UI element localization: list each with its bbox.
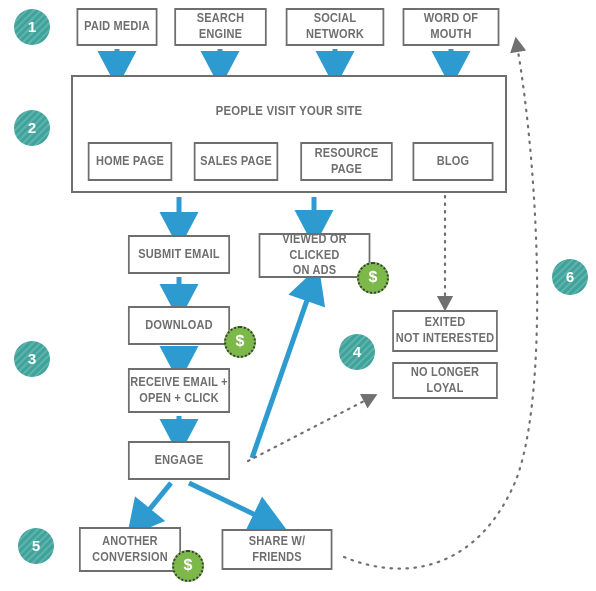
box-exited-not-interested[interactable]: EXITED NOT INTERESTED [392, 310, 498, 352]
money-badge-viewed-ads: $ [357, 262, 389, 294]
money-badge-download: $ [224, 326, 256, 358]
step-badge-6: 6 [552, 259, 588, 295]
box-share-with-friends[interactable]: SHARE W/ FRIENDS [221, 529, 333, 570]
box-viewed-or-clicked-on-ads[interactable]: VIEWED OR CLICKED ON ADS [258, 232, 371, 278]
box-another-conversion[interactable]: ANOTHER CONVERSION [78, 527, 182, 572]
box-home-page[interactable]: HOME PAGE [87, 142, 173, 181]
box-engage[interactable]: ENGAGE [127, 441, 231, 480]
flowchart-canvas: PEOPLE VISIT YOUR SITE PAID MEDIA SEARCH… [0, 0, 596, 591]
step-badge-4: 4 [339, 334, 375, 370]
dotted-path-engage-to-no-longer-loyal [246, 393, 378, 463]
money-badge-another-conversion: $ [172, 550, 204, 582]
box-word-of-mouth[interactable]: WORD OF MOUTH [402, 8, 500, 46]
box-receive-email-open-click[interactable]: RECEIVE EMAIL + OPEN + CLICK [127, 368, 231, 413]
box-blog[interactable]: BLOG [412, 142, 494, 181]
box-no-longer-loyal[interactable]: NO LONGER LOYAL [392, 362, 498, 399]
step-badge-1: 1 [14, 9, 50, 45]
box-sales-page[interactable]: SALES PAGE [193, 142, 279, 181]
arrow-engage-to-another-conversion [126, 481, 173, 538]
box-submit-email[interactable]: SUBMIT EMAIL [127, 235, 231, 274]
box-download[interactable]: DOWNLOAD [127, 306, 231, 345]
arrow-engage-to-viewed-ads [249, 266, 326, 459]
box-paid-media[interactable]: PAID MEDIA [76, 8, 158, 46]
box-resource-page[interactable]: RESOURCE PAGE [300, 142, 393, 181]
step-badge-3: 3 [14, 341, 50, 377]
arrow-engage-to-share-with-friends [187, 480, 287, 532]
box-search-engine[interactable]: SEARCH ENGINE [174, 8, 267, 46]
step-badge-2: 2 [14, 110, 50, 146]
box-social-network[interactable]: SOCIAL NETWORK [285, 8, 385, 46]
step-badge-5: 5 [18, 528, 54, 564]
people-visit-your-site-title: PEOPLE VISIT YOUR SITE [215, 103, 363, 118]
